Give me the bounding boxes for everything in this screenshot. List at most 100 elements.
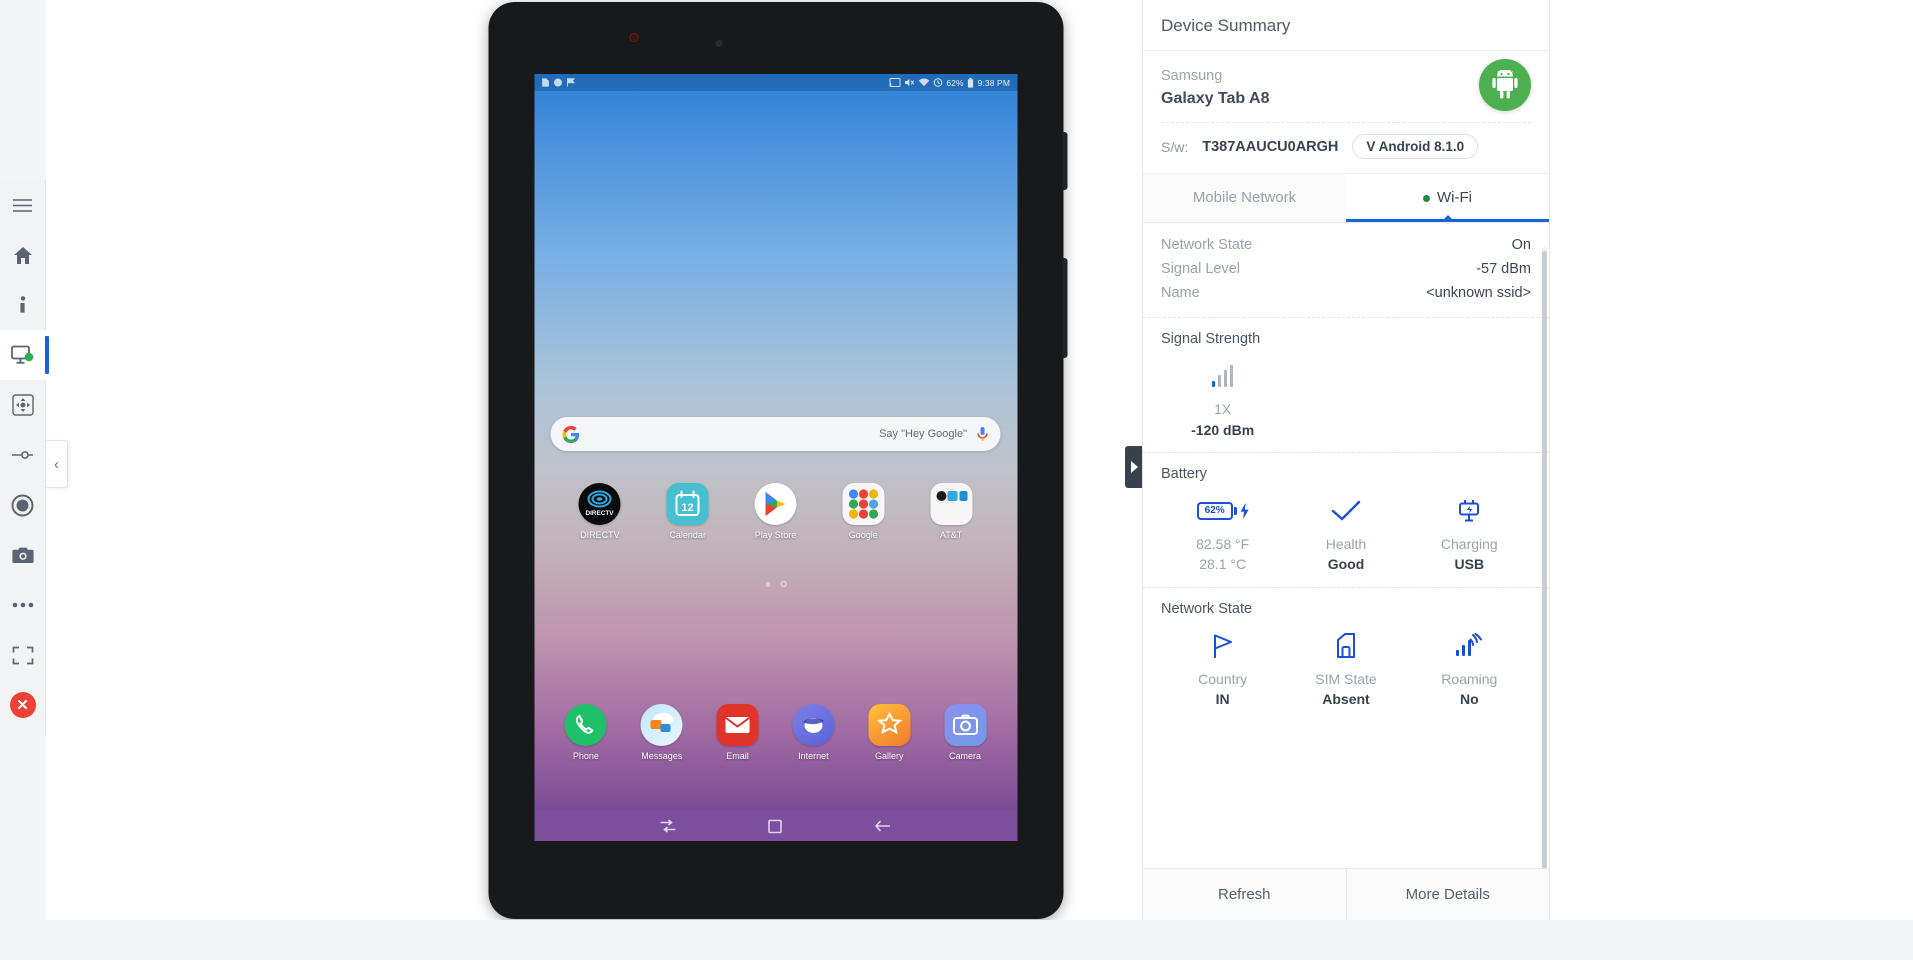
cast-icon (889, 78, 901, 87)
device-model: Galaxy Tab A8 (1161, 90, 1270, 108)
app-gallery[interactable]: Gallery (857, 704, 921, 761)
device-summary-panel: Device Summary Samsung Galaxy Tab A8 S/w… (1142, 0, 1550, 920)
panel-collapse-handle[interactable] (1125, 446, 1142, 488)
app-label: Google (848, 530, 878, 540)
app-email[interactable]: Email (706, 704, 770, 761)
software-label: S/w: (1161, 138, 1189, 155)
app-att-folder[interactable]: AT&T (919, 483, 983, 540)
app-camera[interactable]: Camera (933, 704, 997, 761)
volume-button[interactable] (1062, 258, 1067, 358)
row-value: -57 dBm (1476, 261, 1531, 278)
bottom-gutter (0, 920, 1913, 960)
app-label: AT&T (939, 530, 963, 540)
tab-mobile-network[interactable]: Mobile Network (1143, 174, 1346, 222)
roaming-caption: Roaming (1441, 670, 1498, 687)
app-label: Play Store (754, 530, 797, 540)
app-messages[interactable]: Messages (630, 704, 694, 761)
network-state-section: Network State Country IN SIM State Absen… (1143, 586, 1549, 722)
more-icon[interactable] (0, 580, 46, 630)
tab-label: Mobile Network (1192, 189, 1297, 207)
battery-temperature-metric: 62% 82.58 °F 28.1 °C (1161, 488, 1284, 575)
sim-state-value: Absent (1322, 690, 1370, 707)
android-status-bar: 62% 9:38 PM (534, 74, 1017, 91)
google-search-bar[interactable]: Say "Hey Google" (550, 417, 1000, 451)
left-toolbar: ✕ (0, 180, 49, 736)
list-item: Signal Level -57 dBm (1161, 257, 1531, 281)
app-calendar[interactable]: 12 Calendar (656, 483, 720, 540)
page-dot-home[interactable] (780, 581, 786, 587)
row-value: <unknown ssid> (1426, 285, 1531, 302)
signal-strength-metric: 1X -120 dBm (1161, 353, 1284, 440)
app-label: Internet (798, 751, 829, 761)
home-icon[interactable] (0, 230, 46, 280)
back-button[interactable] (874, 819, 891, 833)
app-google-folder[interactable]: Google (831, 483, 895, 540)
app-label: Gallery (874, 751, 904, 761)
page-dot[interactable] (765, 581, 770, 587)
android-robot-icon (1479, 59, 1531, 111)
gallery-icon (868, 704, 911, 746)
calendar-day: 12 (682, 502, 694, 514)
battery-section: Battery 62% 82.58 °F 28.1 °C Health Good… (1143, 452, 1549, 587)
battery-temp-c: 28.1 °C (1199, 556, 1247, 573)
tab-label: Wi-Fi (1437, 189, 1472, 207)
app-label: Messages (641, 751, 683, 761)
recents-button[interactable] (660, 819, 677, 833)
messages-icon (640, 704, 683, 746)
panel-scrollbar-thumb[interactable] (1542, 251, 1547, 868)
tab-wifi[interactable]: Wi-Fi (1346, 174, 1549, 223)
network-tabs: Mobile Network Wi-Fi (1143, 174, 1549, 224)
refresh-button[interactable]: Refresh (1143, 869, 1346, 920)
app-row-primary: DIRECTV DIRECTV 12 Calendar Play Store G… (534, 483, 1017, 540)
move-icon[interactable] (0, 380, 46, 430)
app-play-store[interactable]: Play Store (743, 483, 807, 540)
page-indicator (534, 581, 1017, 587)
flag-icon (566, 78, 575, 87)
app-phone[interactable]: Phone (554, 704, 618, 761)
calendar-icon: 12 (666, 483, 709, 525)
menu-icon[interactable] (0, 180, 46, 230)
home-button[interactable] (768, 819, 783, 834)
app-internet[interactable]: Internet (781, 704, 845, 761)
battery-icon (968, 77, 974, 88)
close-icon[interactable]: ✕ (0, 680, 46, 730)
panel-footer: Refresh More Details (1143, 868, 1549, 920)
android-home-screen[interactable]: Say "Hey Google" DIRECTV DIRECTV 12 Cale… (534, 91, 1017, 811)
app-label: DIRECTV (580, 530, 620, 540)
mic-icon[interactable] (976, 426, 988, 442)
camera-icon[interactable] (0, 530, 46, 580)
toolbar-collapse-glyph: ‹ (54, 455, 59, 473)
section-title: Signal Strength (1161, 331, 1261, 348)
charging-bolt-icon (1240, 503, 1249, 520)
roaming-signal-icon (1456, 632, 1483, 656)
att-folder-icon (930, 483, 973, 525)
device-identity: Samsung Galaxy Tab A8 (1143, 51, 1549, 124)
info-icon[interactable] (0, 280, 46, 330)
battery-health-value: Good (1327, 556, 1365, 573)
row-value: On (1511, 237, 1531, 254)
fullscreen-icon[interactable] (0, 630, 46, 680)
signal-strength-section: Signal Strength 1X -120 dBm (1143, 317, 1549, 452)
status-time: 9:38 PM (977, 77, 1010, 88)
directv-icon: DIRECTV (578, 483, 621, 525)
toolbar-collapse-handle[interactable]: ‹ (46, 440, 68, 488)
panel-scroll-area[interactable]: Samsung Galaxy Tab A8 S/w: T387AAUCU0ARG… (1143, 51, 1549, 868)
monitor-icon[interactable] (0, 330, 49, 380)
record-icon[interactable] (0, 480, 46, 530)
charging-value: USB (1454, 556, 1485, 573)
volume-mute-icon (904, 78, 914, 87)
power-button[interactable] (1062, 132, 1067, 190)
list-item: Name <unknown ssid> (1161, 281, 1531, 305)
signal-spacer-a (1284, 353, 1407, 440)
proximity-sensor-icon (715, 40, 723, 47)
notification-icon (541, 78, 549, 87)
roaming-value: No (1459, 690, 1479, 707)
country-metric: Country IN (1161, 623, 1284, 710)
slider-icon[interactable] (0, 430, 46, 480)
more-details-button[interactable]: More Details (1345, 869, 1550, 920)
row-key: Signal Level (1161, 261, 1240, 278)
device-screen[interactable]: 62% 9:38 PM Say "Hey Google" DIRECTV DIR… (534, 74, 1017, 841)
app-directv[interactable]: DIRECTV DIRECTV (568, 483, 632, 540)
app-label: Camera (949, 751, 982, 761)
flag-icon (1213, 634, 1232, 658)
